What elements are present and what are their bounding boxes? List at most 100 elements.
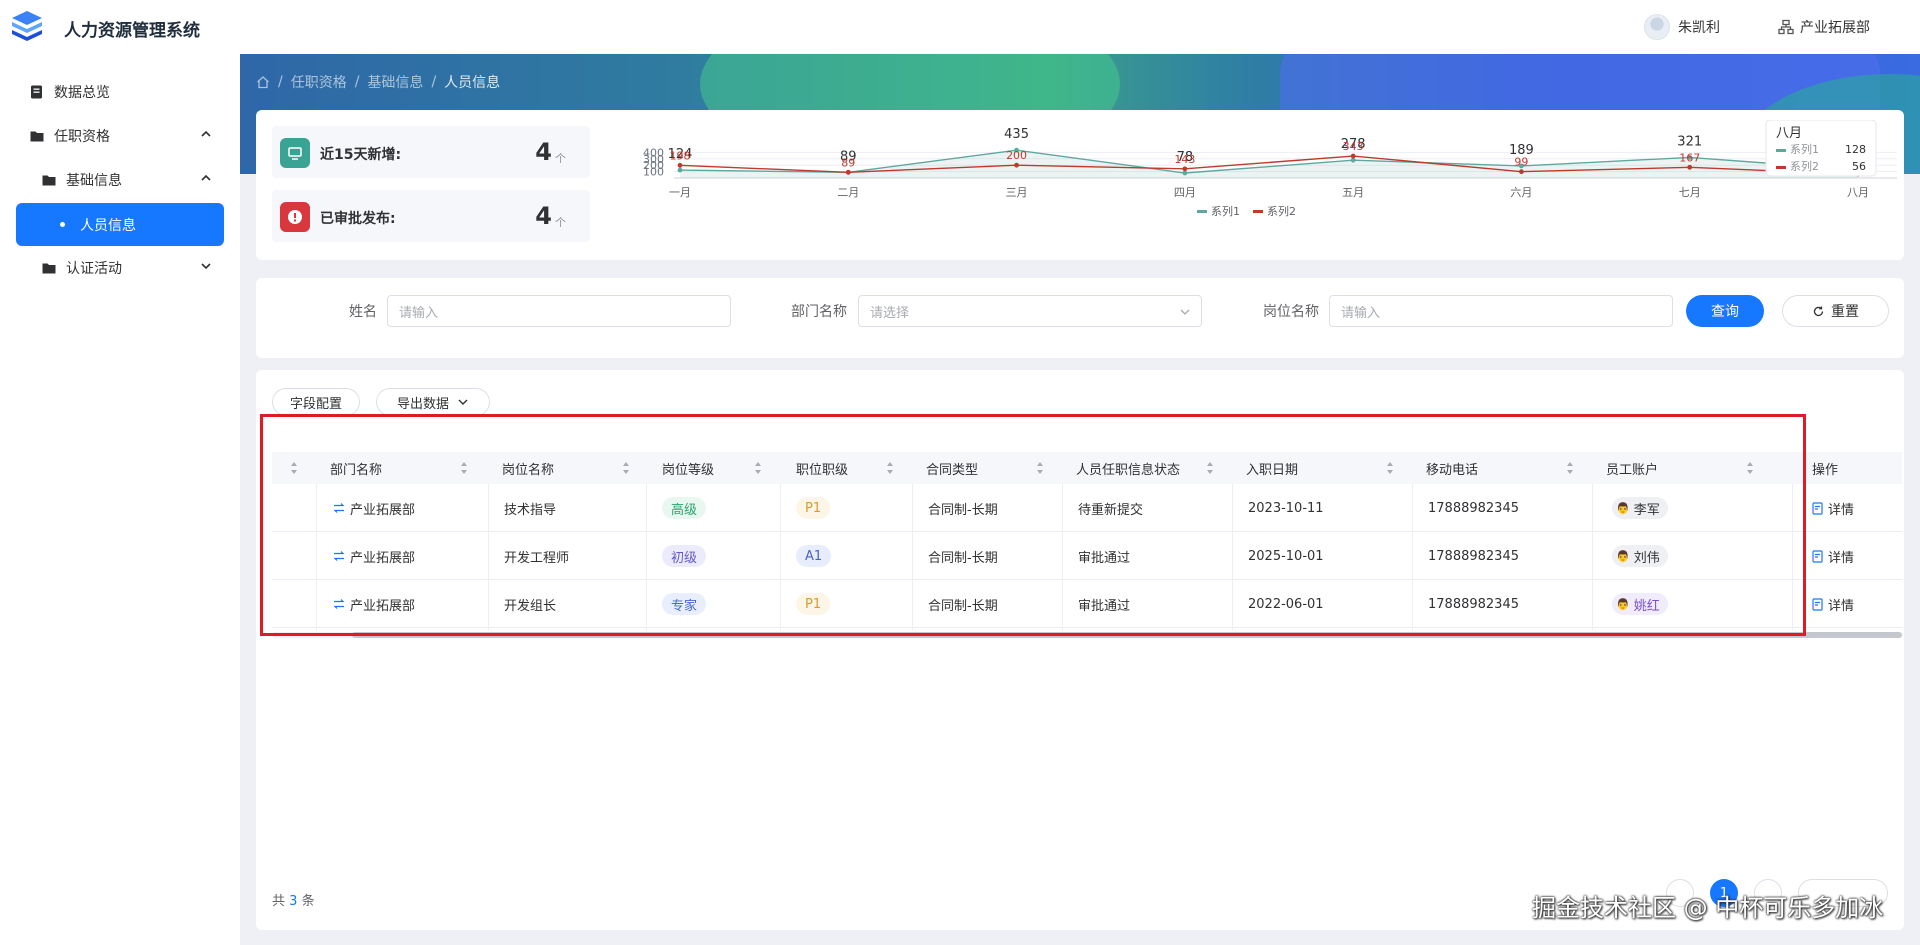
reset-button[interactable]: 重置 xyxy=(1782,295,1889,327)
dept-switch[interactable]: 产业拓展部 xyxy=(1778,17,1870,37)
column-header[interactable]: 职位职级 xyxy=(796,452,848,484)
transfer-icon xyxy=(333,599,345,609)
tooltip-title: 八月 xyxy=(1776,126,1802,141)
detail-label: 详情 xyxy=(1828,550,1855,566)
data-point xyxy=(1350,153,1356,159)
user-menu[interactable]: 朱凯利 xyxy=(1644,14,1720,40)
name-input[interactable]: 请输入 xyxy=(387,295,731,327)
logo-icon xyxy=(12,11,42,41)
sidebar-item-certification[interactable]: 认证活动 xyxy=(42,258,230,278)
scrollbar-thumb[interactable] xyxy=(352,632,1902,638)
data-point xyxy=(1350,157,1356,163)
dept-cell: 产业拓展部 xyxy=(332,580,415,628)
total-count: 共 3 条 xyxy=(272,890,315,909)
account-chip: 👨 姚红 xyxy=(1612,593,1668,615)
dept-name: 产业拓展部 xyxy=(1800,20,1870,36)
account-cell: 👨 李军 xyxy=(1612,484,1668,532)
sort-icon[interactable] xyxy=(1746,461,1754,475)
status-cell: 待重新提交 xyxy=(1078,502,1144,518)
column-header[interactable]: 入职日期 xyxy=(1246,452,1298,484)
field-config-button[interactable]: 字段配置 xyxy=(272,388,360,416)
sort-icon[interactable] xyxy=(754,461,762,475)
detail-link[interactable]: 详情 xyxy=(1812,532,1854,580)
total-prefix: 共 xyxy=(272,894,286,909)
account-name: 李军 xyxy=(1633,502,1660,518)
folder-icon xyxy=(42,263,56,274)
transfer-icon xyxy=(333,503,345,513)
x-tick-label: 一月 xyxy=(669,186,691,199)
level-tag: 专家 xyxy=(662,593,707,615)
account-cell: 👨 刘伟 xyxy=(1612,532,1668,580)
table-row: 产业拓展部 开发组长 专家 P1 合同制-长期 审批通过 2022-06-01 … xyxy=(272,580,1902,628)
column-header[interactable]: 岗位名称 xyxy=(502,452,554,484)
sidebar-item-basic-info[interactable]: 基础信息 xyxy=(42,170,230,190)
breadcrumb-item[interactable]: 任职资格 xyxy=(291,72,347,92)
document-icon xyxy=(31,85,42,99)
sidebar-item-qualification[interactable]: 任职资格 xyxy=(30,126,230,146)
export-button[interactable]: 导出数据 xyxy=(376,388,490,416)
sort-icon[interactable] xyxy=(1566,461,1574,475)
data-label: 200 xyxy=(1006,149,1027,162)
date-cell: 2023-10-11 xyxy=(1248,500,1324,516)
detail-icon xyxy=(1812,549,1823,563)
legend-label: 系列1 xyxy=(1211,204,1240,218)
x-tick-label: 五月 xyxy=(1342,186,1364,199)
date-cell: 2022-06-01 xyxy=(1248,596,1324,612)
grade-tag: P1 xyxy=(796,593,831,615)
column-header[interactable]: 人员任职信息状态 xyxy=(1076,452,1180,484)
horizontal-scrollbar[interactable] xyxy=(272,632,1902,638)
detail-label: 详情 xyxy=(1828,502,1855,518)
tooltip-value: 56 xyxy=(1852,160,1866,173)
data-point xyxy=(1182,170,1188,176)
data-point xyxy=(1182,166,1188,172)
org-icon xyxy=(1778,19,1794,35)
sort-icon[interactable] xyxy=(886,461,894,475)
tooltip-series-name: 系列2 xyxy=(1790,159,1819,173)
post-input[interactable]: 请输入 xyxy=(1329,295,1673,327)
contract-cell: 合同制-长期 xyxy=(928,550,998,566)
column-header: 操作 xyxy=(1812,462,1839,478)
person-icon: 👨 xyxy=(1616,549,1630,563)
person-icon: 👨 xyxy=(1616,597,1630,611)
column-header[interactable]: 岗位等级 xyxy=(662,452,714,484)
x-tick-label: 七月 xyxy=(1679,186,1701,199)
query-button[interactable]: 查询 xyxy=(1686,295,1764,327)
folder-icon xyxy=(42,175,56,186)
stat-new-15-days: 近15天新增: 4 个 xyxy=(272,126,590,178)
home-icon[interactable] xyxy=(256,75,270,89)
account-chip: 👨 李军 xyxy=(1612,497,1668,519)
sort-icon[interactable] xyxy=(460,461,468,475)
breadcrumb-item[interactable]: 基础信息 xyxy=(367,72,423,92)
sidebar-item-personnel-info[interactable]: 人员信息 xyxy=(16,203,224,246)
reset-label: 重置 xyxy=(1831,304,1859,320)
column-header[interactable]: 合同类型 xyxy=(926,452,978,484)
phone-cell: 17888982345 xyxy=(1428,500,1519,516)
sidebar-item-overview[interactable]: 数据总览 xyxy=(30,82,110,102)
refresh-icon xyxy=(1813,306,1824,316)
stat-unit: 个 xyxy=(555,216,566,229)
column-header[interactable]: 部门名称 xyxy=(330,452,382,484)
dept-select[interactable]: 请选择 xyxy=(858,295,1202,327)
sidebar-item-label: 任职资格 xyxy=(54,129,110,145)
chevron-up-icon xyxy=(201,130,211,137)
stat-value: 4 xyxy=(535,202,552,230)
column-header[interactable]: 员工账户 xyxy=(1606,452,1658,484)
table-header: 部门名称 岗位名称 岗位等级 职位职级 合同类型 人员任职信息状态 入职日期 移… xyxy=(272,452,1902,484)
sort-icon[interactable] xyxy=(290,461,298,475)
detail-link[interactable]: 详情 xyxy=(1812,580,1854,628)
detail-icon xyxy=(1812,501,1823,515)
detail-link[interactable]: 详情 xyxy=(1812,484,1854,532)
sort-icon[interactable] xyxy=(1386,461,1394,475)
sort-icon[interactable] xyxy=(622,461,630,475)
column-header[interactable]: 移动电话 xyxy=(1426,452,1478,484)
total-value: 3 xyxy=(289,894,298,909)
sort-icon[interactable] xyxy=(1036,461,1044,475)
data-label: 198 xyxy=(670,149,691,162)
sort-icon[interactable] xyxy=(1206,461,1214,475)
dept-select-placeholder: 请选择 xyxy=(870,305,910,321)
app-title: 人力资源管理系统 xyxy=(64,21,200,41)
post-cell: 技术指导 xyxy=(504,502,557,518)
phone-cell: 17888982345 xyxy=(1428,596,1519,612)
table-row: 产业拓展部 技术指导 高级 P1 合同制-长期 待重新提交 2023-10-11… xyxy=(272,484,1902,532)
watermark: 掘金技术社区 @ 中杯可乐多加冰 xyxy=(1532,894,1884,922)
